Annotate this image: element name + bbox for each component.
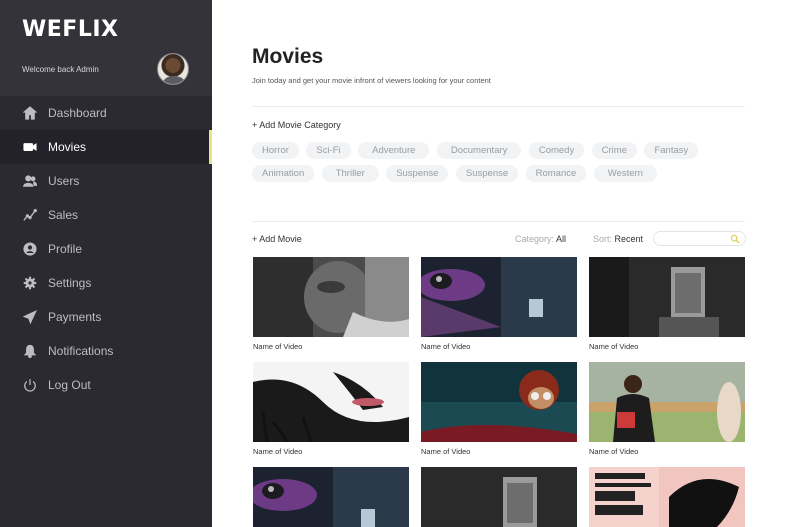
sidebar-item-sales[interactable]: Sales: [0, 198, 212, 232]
category-pill-horror[interactable]: Horror: [252, 142, 299, 159]
users-icon: [22, 173, 38, 189]
sidebar-item-label: Sales: [48, 208, 79, 222]
video-card[interactable]: Name of Video: [253, 362, 409, 456]
sidebar-item-label: Notifications: [48, 344, 114, 358]
divider: [252, 106, 745, 107]
video-title: Name of Video: [589, 342, 639, 351]
sidebar: WEFLIX Welcome back Admin Dashboard Movi…: [0, 0, 212, 527]
app-logo[interactable]: WEFLIX: [22, 17, 119, 42]
video-thumbnail[interactable]: [589, 257, 745, 337]
video-title: Name of Video: [589, 447, 639, 456]
category-pill-animation[interactable]: Animation: [252, 165, 315, 182]
sidebar-header: WEFLIX Welcome back Admin: [0, 0, 212, 96]
sidebar-item-profile[interactable]: Profile: [0, 232, 212, 266]
sidebar-item-label: Log Out: [48, 378, 91, 392]
sidebar-item-label: Profile: [48, 242, 83, 256]
sidebar-item-movies[interactable]: Movies: [0, 130, 212, 164]
category-filter[interactable]: Category: All: [515, 234, 566, 244]
avatar[interactable]: [157, 53, 189, 85]
main-content: Movies Join today and get your movie inf…: [212, 0, 800, 527]
add-movie-button[interactable]: + Add Movie: [252, 234, 302, 244]
welcome-text: Welcome back Admin: [22, 65, 99, 74]
video-thumbnail[interactable]: [253, 467, 409, 527]
video-title: Name of Video: [421, 342, 471, 351]
sort-filter[interactable]: Sort: Recent: [593, 234, 643, 244]
video-thumbnail[interactable]: [589, 362, 745, 442]
video-thumbnail[interactable]: [421, 467, 577, 527]
category-pill-romance[interactable]: Romance: [525, 165, 587, 182]
sidebar-item-users[interactable]: Users: [0, 164, 212, 198]
category-pill-comedy[interactable]: Comedy: [528, 142, 585, 159]
sidebar-item-dashboard[interactable]: Dashboard: [0, 96, 212, 130]
video-card[interactable]: Name of Video: [253, 257, 409, 351]
video-card[interactable]: Name of Video: [421, 362, 577, 456]
video-card[interactable]: Name of Video: [589, 362, 745, 456]
video-thumbnail[interactable]: [253, 257, 409, 337]
video-camera-icon: [22, 139, 38, 155]
video-thumbnail[interactable]: [421, 257, 577, 337]
video-card[interactable]: [253, 467, 409, 527]
category-filter-value: All: [556, 234, 567, 244]
sidebar-item-notifications[interactable]: Notifications: [0, 334, 212, 368]
category-filter-label: Category:: [515, 234, 555, 244]
sort-filter-value: Recent: [614, 234, 644, 244]
search-input[interactable]: [653, 231, 746, 246]
sidebar-item-label: Payments: [48, 310, 102, 324]
video-title: Name of Video: [421, 447, 471, 456]
video-card[interactable]: [421, 467, 577, 527]
page-subtitle: Join today and get your movie infront of…: [252, 76, 491, 85]
sidebar-item-log-out[interactable]: Log Out: [0, 368, 212, 402]
video-title: Name of Video: [253, 342, 303, 351]
sidebar-item-label: Dashboard: [48, 106, 107, 120]
bell-icon: [22, 343, 38, 359]
chart-line-icon: [22, 207, 38, 223]
category-pill-crime[interactable]: Crime: [591, 142, 637, 159]
video-card[interactable]: [589, 467, 745, 527]
sort-filter-label: Sort:: [593, 234, 613, 244]
sidebar-item-label: Movies: [48, 140, 87, 154]
category-pill-thriller[interactable]: Thriller: [321, 165, 379, 182]
video-title: Name of Video: [253, 447, 303, 456]
category-pill-fantasy[interactable]: Fantasy: [644, 142, 699, 159]
category-pill-western[interactable]: Western: [593, 165, 657, 182]
gear-icon: [22, 275, 38, 291]
search-icon: [730, 234, 740, 244]
home-icon: [22, 105, 38, 121]
add-movie-category-button[interactable]: + Add Movie Category: [252, 120, 341, 130]
power-icon: [22, 377, 38, 393]
video-card[interactable]: Name of Video: [589, 257, 745, 351]
category-pill-sci-fi[interactable]: Sci-Fi: [306, 142, 351, 159]
user-circle-icon: [22, 241, 38, 257]
page-title: Movies: [252, 45, 324, 68]
sidebar-item-settings[interactable]: Settings: [0, 266, 212, 300]
category-list: Horror Sci-Fi Adventure Documentary Come…: [252, 140, 752, 186]
video-thumbnail[interactable]: [253, 362, 409, 442]
video-thumbnail[interactable]: [421, 362, 577, 442]
divider: [252, 221, 745, 222]
category-pill-documentary[interactable]: Documentary: [436, 142, 522, 159]
sidebar-nav: Dashboard Movies Users Sales Profile Set…: [0, 96, 212, 402]
sidebar-item-label: Users: [48, 174, 80, 188]
category-pill-adventure[interactable]: Adventure: [358, 142, 430, 159]
video-card[interactable]: Name of Video: [421, 257, 577, 351]
sidebar-item-payments[interactable]: Payments: [0, 300, 212, 334]
sidebar-item-label: Settings: [48, 276, 92, 290]
paper-plane-icon: [22, 309, 38, 325]
category-pill-suspense[interactable]: Suspense: [386, 165, 449, 182]
category-pill-suspense-2[interactable]: Suspense: [455, 165, 519, 182]
video-thumbnail[interactable]: [589, 467, 745, 527]
